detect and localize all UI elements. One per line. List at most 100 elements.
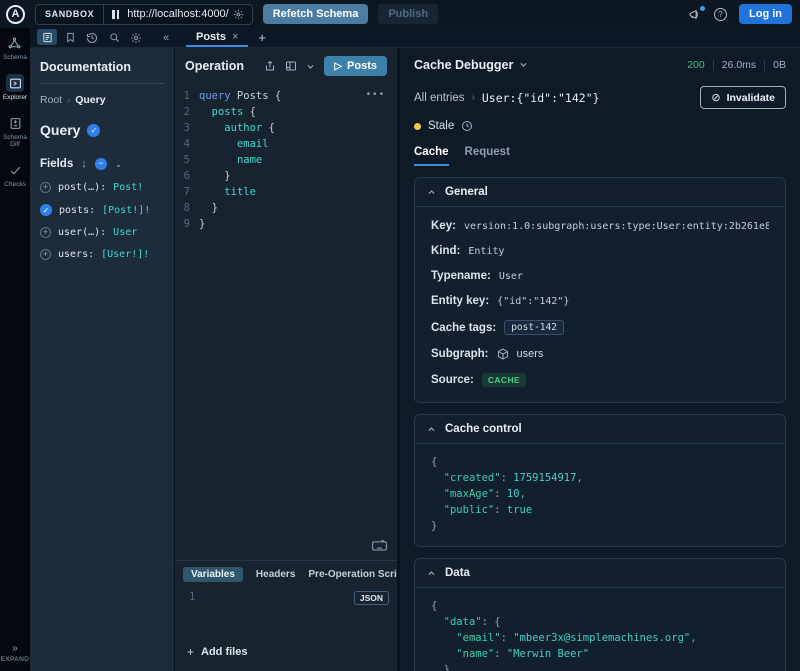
sandbox-badge: SANDBOX [36, 5, 104, 24]
explorer-icon [6, 74, 24, 92]
connection-settings-gear-icon[interactable] [233, 9, 252, 20]
operation-panel: Operation ▷ Posts 1qu [175, 48, 400, 671]
data-section: Data { "data": { "email": "mbeer3x@simpl… [414, 558, 786, 671]
graphql-editor[interactable]: 1query Posts {2 posts {3 author {4 email… [175, 82, 397, 560]
invalidate-button[interactable]: ⊘ Invalidate [700, 86, 786, 109]
general-row-entity-key: Entity key: {"id":"142"} [431, 295, 769, 307]
tab-posts-label: Posts [196, 31, 226, 43]
all-entries-link[interactable]: All entries [414, 92, 465, 104]
sidebar-item-schema-diff[interactable]: Schema Diff [0, 114, 30, 148]
saved-operations-bookmark-icon[interactable] [60, 28, 80, 47]
tab-headers[interactable]: Headers [256, 569, 295, 580]
pause-icon[interactable] [104, 10, 127, 19]
stale-label: Stale [428, 120, 454, 132]
search-icon[interactable] [104, 28, 124, 47]
general-row-source: Source: CACHE [431, 373, 769, 387]
operations-panel-icon[interactable] [37, 29, 57, 45]
cache-control-section-header[interactable]: Cache control [415, 415, 785, 444]
add-field-icon[interactable]: + [40, 227, 51, 238]
chevron-up-icon [427, 569, 436, 578]
response-size: 0B [773, 59, 786, 71]
tab-pre-operation-script[interactable]: Pre-Operation Script [308, 569, 397, 580]
field-item-user[interactable]: + user(…): User [40, 227, 164, 238]
sidebar-item-checks[interactable]: Checks [4, 161, 26, 188]
left-nav-rail: Schema Explorer Schema Diff Checks » EXP… [0, 28, 30, 671]
editor-menu-icon[interactable]: ••• [366, 90, 385, 100]
staleness-row: Stale [414, 120, 786, 132]
login-button[interactable]: Log in [739, 4, 792, 24]
format-badge[interactable]: JSON [354, 591, 389, 605]
schema-diff-icon [6, 114, 24, 132]
chevron-down-icon[interactable]: ⌄ [115, 159, 123, 170]
tab-variables[interactable]: Variables [183, 567, 243, 582]
sidebar-item-explorer[interactable]: Explorer [3, 74, 27, 101]
tab-posts[interactable]: Posts × [186, 28, 248, 47]
general-section-header[interactable]: General [415, 178, 785, 207]
sidebar-item-schema[interactable]: Schema [3, 34, 27, 61]
general-section: General Key: version:1.0:subgraph:users:… [414, 177, 786, 403]
announcements-megaphone-icon[interactable] [688, 8, 702, 21]
history-icon[interactable] [82, 28, 102, 47]
field-item-post[interactable]: + post(…): Post! [40, 182, 164, 193]
entry-key: User:{"id":"142"} [482, 91, 600, 105]
field-item-posts[interactable]: ✓ posts: [Post!]! [40, 204, 164, 216]
status-code: 200 [687, 59, 705, 71]
field-list: + post(…): Post! ✓ posts: [Post!]! + use… [40, 182, 164, 260]
graphql-code[interactable]: 1query Posts {2 posts {3 author {4 email… [175, 88, 397, 232]
breadcrumb-root[interactable]: Root [40, 94, 62, 106]
breadcrumb-current: Query [75, 94, 105, 106]
data-section-header[interactable]: Data [415, 559, 785, 588]
cache-entry-breadcrumb: All entries › User:{"id":"142"} ⊘ Invali… [414, 86, 786, 109]
response-duration: 26.0ms [722, 59, 756, 71]
add-field-icon[interactable]: + [40, 249, 51, 260]
operation-bottom-panel: Variables Headers Pre-Operation Script P… [175, 560, 397, 671]
subgraph-cube-icon [497, 348, 509, 360]
breadcrumb-separator: › [67, 95, 70, 105]
response-view-selector[interactable]: Cache Debugger [414, 58, 528, 72]
publish-button[interactable]: Publish [378, 4, 438, 24]
panel-layout-icon[interactable] [285, 60, 297, 72]
cache-tag-chip[interactable]: post-142 [504, 320, 564, 335]
data-json: { "data": { "email": "mbeer3x@simplemach… [415, 588, 785, 671]
keyboard-shortcuts-icon[interactable] [372, 539, 387, 554]
add-files-button[interactable]: + Add files [175, 635, 397, 671]
apollo-logo: A [6, 5, 25, 24]
top-bar: A SANDBOX http://localhost:4000/ Refetch… [0, 0, 800, 28]
close-tab-icon[interactable]: × [232, 31, 238, 43]
deselect-all-icon[interactable]: − [95, 158, 107, 170]
play-icon: ▷ [334, 61, 342, 72]
variables-editor[interactable]: 1 JSON [175, 587, 397, 635]
field-selected-check-icon[interactable]: ✓ [40, 204, 52, 216]
variables-line-number: 1 [189, 591, 195, 603]
divider [40, 83, 164, 84]
tab-request[interactable]: Request [465, 146, 510, 166]
subgraph-name[interactable]: users [517, 348, 544, 360]
documentation-title: Documentation [40, 60, 164, 74]
collapse-tabs-icon[interactable]: « [156, 28, 176, 47]
stale-status-dot [414, 123, 421, 130]
type-selected-check-icon[interactable]: ✓ [87, 124, 100, 137]
sort-arrow-icon[interactable]: ↓ [81, 158, 87, 170]
add-field-icon[interactable]: + [40, 182, 51, 193]
plus-icon: + [187, 645, 194, 659]
endpoint-url-bar[interactable]: SANDBOX http://localhost:4000/ [35, 4, 253, 25]
chevron-up-icon [427, 188, 436, 197]
general-row-kind: Kind: Entity [431, 245, 769, 257]
fields-header-row: Fields ↓ − ⌄ [40, 158, 164, 170]
general-row-key: Key: version:1.0:subgraph:users:type:Use… [431, 220, 769, 232]
refetch-schema-button[interactable]: Refetch Schema [263, 4, 369, 24]
tab-cache[interactable]: Cache [414, 146, 449, 166]
field-item-users[interactable]: + users: [User!]! [40, 249, 164, 260]
checks-icon [6, 161, 24, 179]
cache-control-json: { "created": 1759154917, "maxAge": 10, "… [415, 444, 785, 546]
help-icon[interactable]: ? [714, 8, 727, 21]
explorer-settings-gear-icon[interactable] [126, 28, 146, 47]
run-operation-button[interactable]: ▷ Posts [324, 56, 387, 76]
new-tab-button[interactable]: + [248, 28, 276, 47]
share-icon[interactable] [264, 60, 276, 72]
cache-control-section: Cache control { "created": 1759154917, "… [414, 414, 786, 547]
cache-debugger-header: Cache Debugger 200 26.0ms 0B [414, 58, 786, 72]
chevron-down-icon[interactable] [306, 62, 315, 71]
fields-label: Fields [40, 158, 73, 170]
expand-sidebar-button[interactable]: » EXPAND [1, 643, 30, 663]
